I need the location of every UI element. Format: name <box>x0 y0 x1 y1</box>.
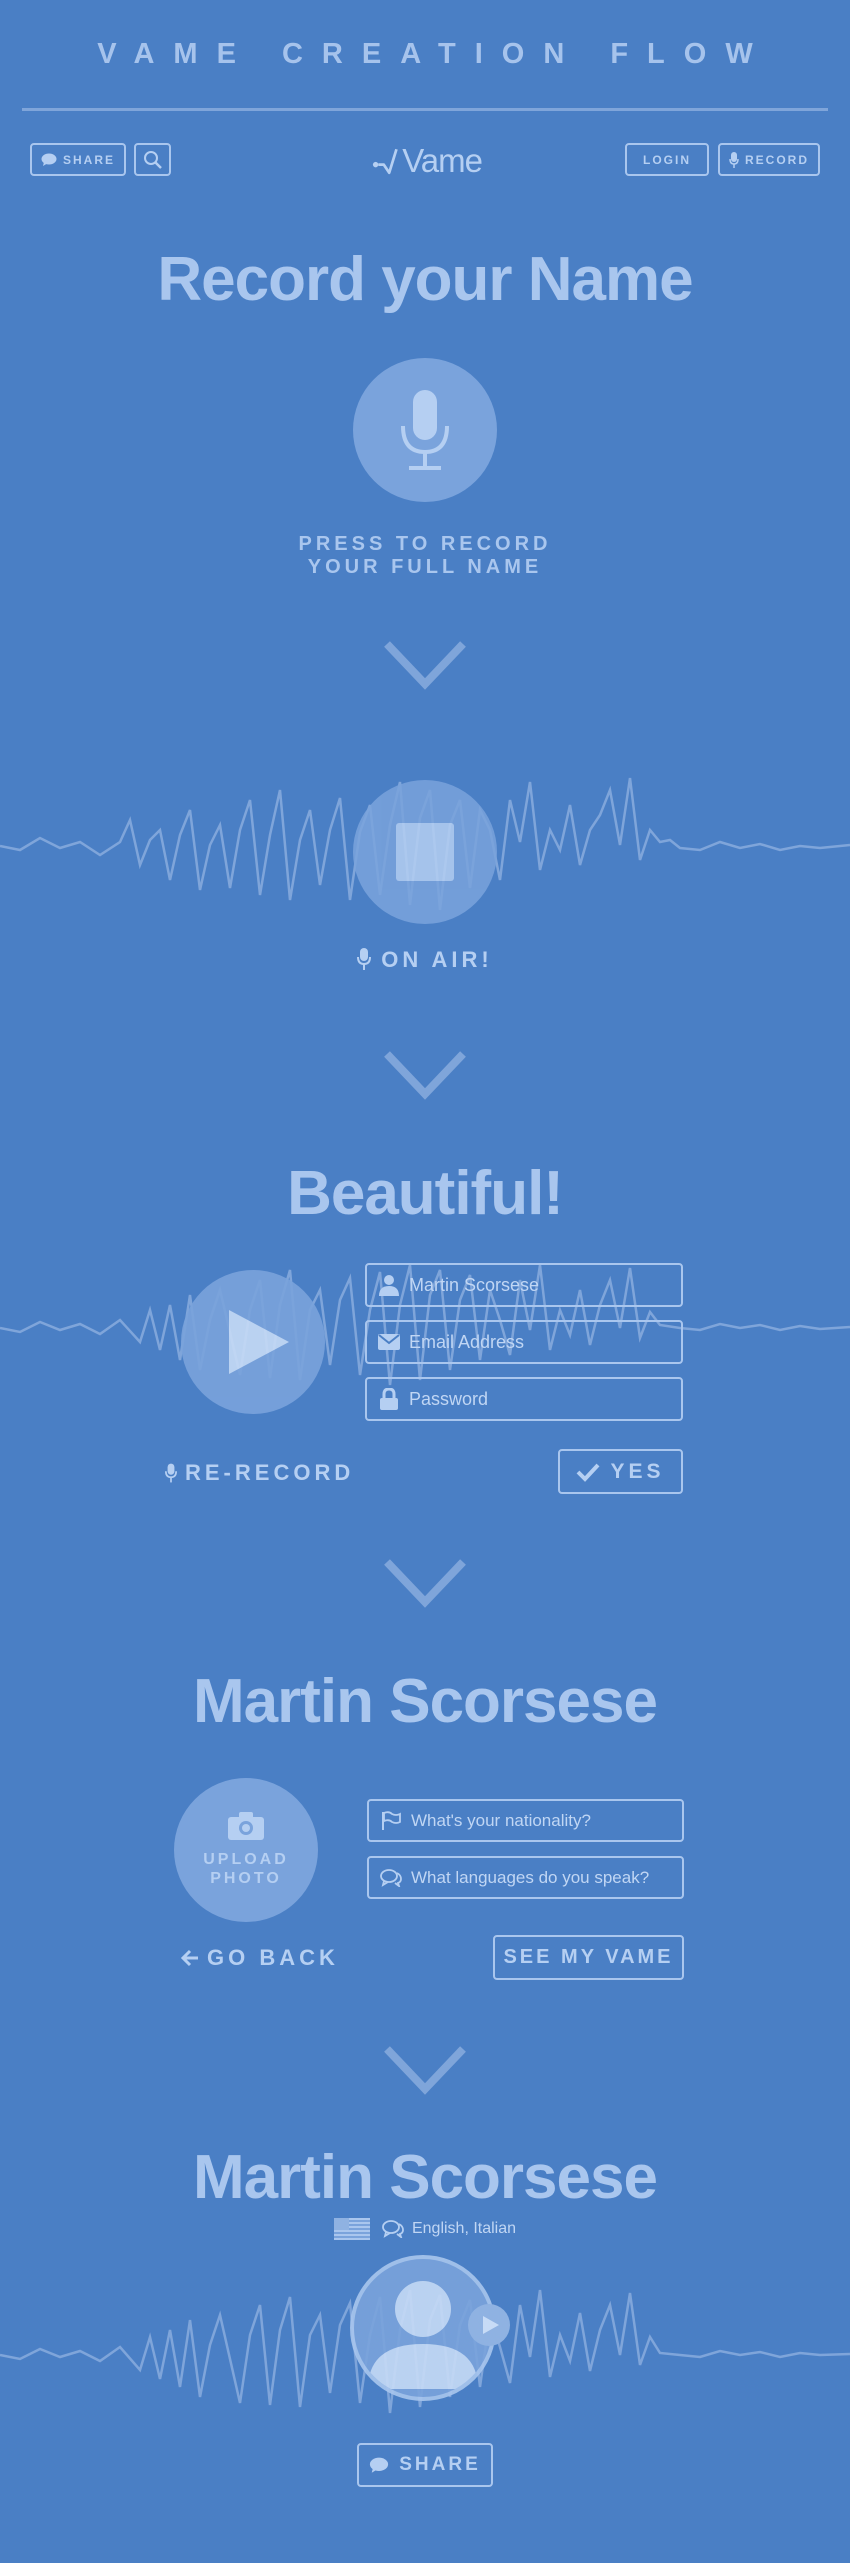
go-back-button[interactable]: GO BACK <box>181 1943 339 1973</box>
flow-title: VAME CREATION FLOW <box>97 38 772 70</box>
stop-icon <box>396 823 454 881</box>
password-placeholder: Password <box>409 1388 489 1409</box>
yes-label: YES <box>610 1459 665 1483</box>
rerecord-button[interactable]: RE-RECORD <box>165 1458 354 1488</box>
share-button[interactable]: SHARE <box>30 143 126 176</box>
play-icon <box>483 2316 499 2334</box>
step1-title: Record your Name <box>157 245 693 314</box>
search-button[interactable] <box>134 143 171 176</box>
press-to-record-text: PRESS TO RECORD YOUR FULL NAME <box>0 533 850 579</box>
yes-button[interactable]: YES <box>558 1449 683 1494</box>
chevron-down-icon <box>384 1559 466 1608</box>
lock-icon <box>377 1387 401 1411</box>
speech-bubbles-icon <box>379 1866 403 1890</box>
stop-button[interactable] <box>353 780 497 924</box>
upload-line-2: PHOTO <box>210 1870 282 1887</box>
press-line-1: PRESS TO RECORD <box>298 533 552 555</box>
flag-icon <box>379 1809 403 1833</box>
share-label: SHARE <box>62 152 115 167</box>
arrow-left-icon <box>181 1949 198 1967</box>
password-field[interactable]: Password <box>365 1377 683 1421</box>
rerecord-label: RE-RECORD <box>185 1460 355 1485</box>
go-back-label: GO BACK <box>207 1945 339 1970</box>
chat-bubble-icon <box>370 2457 389 2473</box>
share-profile-button[interactable]: SHARE <box>357 2443 493 2487</box>
search-icon <box>143 150 162 169</box>
on-air-status: ON AIR! <box>0 947 850 973</box>
login-label: LOGIN <box>643 152 691 167</box>
login-button[interactable]: LOGIN <box>625 143 709 176</box>
speech-bubbles-icon <box>382 2220 404 2238</box>
logo-text: Vame <box>402 142 483 179</box>
upload-photo-text: UPLOAD PHOTO <box>203 1850 289 1888</box>
step5-title: Martin Scorsese <box>193 2143 658 2212</box>
record-label: RECORD <box>744 152 809 167</box>
name-field[interactable]: Martin Scorsese <box>365 1263 683 1307</box>
share-profile-label: SHARE <box>399 2454 481 2475</box>
see-vame-label: SEE MY VAME <box>503 1946 674 1968</box>
microphone-icon <box>165 1463 177 1483</box>
record-button[interactable]: RECORD <box>718 143 820 176</box>
chevron-down-icon <box>384 641 466 690</box>
profile-play-button[interactable] <box>468 2304 510 2346</box>
upload-photo-button[interactable]: UPLOAD PHOTO <box>174 1778 318 1922</box>
play-icon <box>229 1310 289 1374</box>
step3-title: Beautiful! <box>287 1159 564 1228</box>
step4-title: Martin Scorsese <box>193 1667 658 1736</box>
record-mic-button[interactable] <box>353 358 497 502</box>
email-field[interactable]: Email Address <box>365 1320 683 1364</box>
microphone-icon <box>729 151 739 168</box>
envelope-icon <box>377 1330 401 1354</box>
microphone-icon <box>401 390 449 470</box>
press-line-2: YOUR FULL NAME <box>307 556 543 578</box>
profile-meta: English, Italian <box>0 2218 850 2240</box>
checkmark-icon <box>577 1463 600 1482</box>
name-value: Martin Scorsese <box>409 1274 540 1295</box>
divider <box>22 108 828 111</box>
chevron-down-icon <box>384 2046 466 2095</box>
languages-field[interactable]: What languages do you speak? <box>367 1856 684 1899</box>
chat-bubble-icon <box>41 153 57 166</box>
on-air-label: ON AIR! <box>381 947 493 972</box>
chevron-down-icon <box>384 1051 466 1100</box>
user-icon <box>377 1273 401 1297</box>
languages-text: English, Italian <box>411 2220 517 2237</box>
us-flag-icon <box>333 2218 370 2240</box>
microphone-icon <box>357 948 372 970</box>
camera-icon <box>228 1812 264 1840</box>
see-my-vame-button[interactable]: SEE MY VAME <box>493 1935 684 1980</box>
email-placeholder: Email Address <box>409 1331 525 1352</box>
nationality-field[interactable]: What's your nationality? <box>367 1799 684 1842</box>
vame-logo[interactable]: Vame <box>372 140 483 182</box>
play-button[interactable] <box>181 1270 325 1414</box>
languages-placeholder: What languages do you speak? <box>411 1867 650 1887</box>
nationality-placeholder: What's your nationality? <box>411 1810 591 1830</box>
upload-line-1: UPLOAD <box>203 1851 289 1868</box>
